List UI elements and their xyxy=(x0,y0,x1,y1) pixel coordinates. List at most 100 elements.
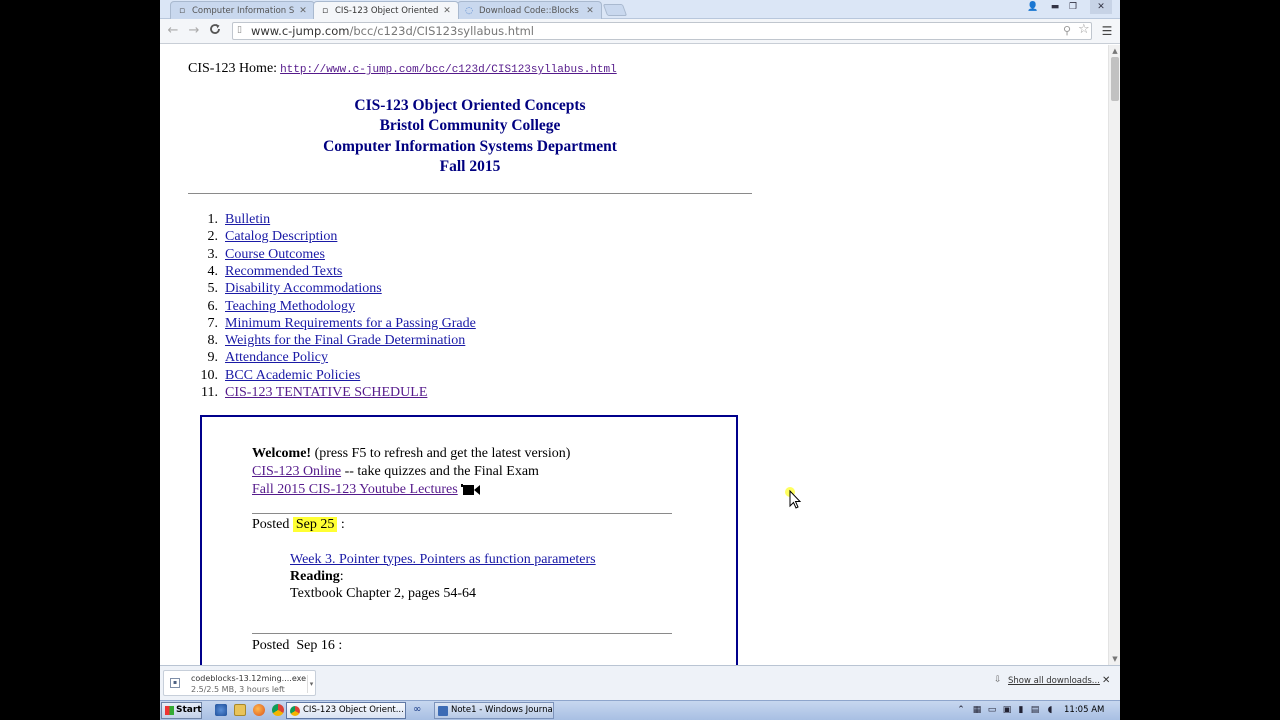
toc-link-tentative-schedule[interactable]: CIS-123 TENTATIVE SCHEDULE xyxy=(225,384,427,401)
page-icon: ▯ xyxy=(237,25,242,35)
taskbar-item-windows-journal[interactable]: Note1 - Windows Journal xyxy=(434,702,554,719)
show-all-downloads-link[interactable]: Show all downloads... xyxy=(1008,676,1100,686)
toc-link-bulletin[interactable]: Bulletin xyxy=(225,211,270,228)
posted-label: Posted xyxy=(252,638,290,653)
scroll-up-arrow-icon[interactable]: ▲ xyxy=(1109,45,1120,57)
toc-link-academic-policies[interactable]: BCC Academic Policies xyxy=(225,367,360,384)
start-button[interactable]: Start xyxy=(161,702,202,719)
toc-number: 4. xyxy=(207,263,219,279)
home-line: CIS-123 Home: http://www.c-jump.com/bcc/c… xyxy=(188,61,617,77)
vertical-scrollbar[interactable]: ▲ ▼ xyxy=(1108,45,1120,665)
screen: ▫ Computer Information Syste ✕ ▫ CIS-123… xyxy=(0,0,1280,720)
toc-number: 11. xyxy=(201,385,218,400)
tray-expand-icon[interactable]: ⌃ xyxy=(956,705,966,715)
journal-icon xyxy=(438,706,448,716)
divider xyxy=(252,633,672,634)
toc-link-attendance-policy[interactable]: Attendance Policy xyxy=(225,349,328,366)
post-topic: Week 3. Pointer types. Pointers as funct… xyxy=(290,551,596,568)
browser-toolbar: ← → ▯ www.c-jump.com/bcc/c123d/CIS123syl… xyxy=(160,19,1120,44)
week3-pointer-types-link[interactable]: Week 3. Pointer types. Pointers as funct… xyxy=(290,552,596,567)
start-label: Start xyxy=(176,705,202,715)
youtube-line: Fall 2015 CIS-123 Youtube Lectures xyxy=(252,481,481,498)
folder-icon[interactable] xyxy=(234,704,246,716)
toc-number: 1. xyxy=(207,212,219,227)
chrome-browser-window: ▫ Computer Information Syste ✕ ▫ CIS-123… xyxy=(160,0,1120,700)
toc-link-course-outcomes[interactable]: Course Outcomes xyxy=(225,246,325,263)
toc-link-recommended-texts[interactable]: Recommended Texts xyxy=(225,263,342,280)
tab-label: CIS-123 Object Oriented Co xyxy=(335,5,438,16)
video-camera-icon[interactable] xyxy=(460,483,481,497)
toc-number: 10. xyxy=(200,367,219,383)
toc-link-catalog-description[interactable]: Catalog Description xyxy=(225,228,337,245)
download-arrow-icon: ⇩ xyxy=(994,675,1002,685)
youtube-lectures-link[interactable]: Fall 2015 CIS-123 Youtube Lectures xyxy=(252,482,458,497)
chrome-menu-icon[interactable]: ☰ xyxy=(1101,24,1113,38)
tab-close-icon[interactable]: ✕ xyxy=(442,6,452,16)
department-name: Computer Information Systems Department xyxy=(323,137,617,155)
firefox-icon[interactable] xyxy=(253,704,265,716)
toc-number: 7. xyxy=(207,315,219,331)
bookmark-star-icon[interactable]: ☆ xyxy=(1078,22,1090,37)
divider xyxy=(252,513,672,514)
toc-number: 3. xyxy=(207,246,219,262)
tab-label: Computer Information Syste xyxy=(192,5,294,16)
welcome-line: Welcome! (press F5 to refresh and get th… xyxy=(252,445,570,462)
post-date: Sep 16 xyxy=(296,638,335,653)
welcome-bold: Welcome! xyxy=(252,446,312,461)
task-label: Note1 - Windows Journal xyxy=(451,705,554,715)
toc-link-grade-weights[interactable]: Weights for the Final Grade Determinatio… xyxy=(225,332,465,349)
user-icon[interactable]: 👤 xyxy=(1026,0,1040,14)
tab-cis123-syllabus[interactable]: ▫ CIS-123 Object Oriented Co ✕ xyxy=(313,1,459,19)
reload-button[interactable] xyxy=(207,23,223,39)
post-date-highlighted: Sep 25 xyxy=(292,517,338,532)
taskbar-item-chrome[interactable]: CIS-123 Object Orient... xyxy=(286,702,406,719)
loading-icon: ◌ xyxy=(465,5,473,16)
download-item[interactable]: ▪ codeblocks-13.12ming....exe 2.5/2.5 MB… xyxy=(163,670,316,696)
ie-icon[interactable] xyxy=(215,704,227,716)
download-file-name: codeblocks-13.12ming....exe xyxy=(191,674,307,683)
toc-link-minimum-requirements[interactable]: Minimum Requirements for a Passing Grade xyxy=(225,315,476,332)
tab-strip: ▫ Computer Information Syste ✕ ▫ CIS-123… xyxy=(160,0,1120,19)
clock[interactable]: 11:05 AM xyxy=(1064,705,1104,715)
tray-app-icon[interactable]: ▣ xyxy=(1002,705,1012,715)
battery-icon[interactable]: ▮ xyxy=(1016,705,1026,715)
restore-button[interactable]: ❐ xyxy=(1066,0,1080,14)
back-button[interactable]: ← xyxy=(165,23,181,39)
toc-number: 6. xyxy=(207,298,219,314)
scrollbar-thumb[interactable] xyxy=(1111,57,1119,101)
minimize-button[interactable]: ▬ xyxy=(1048,0,1062,14)
toc-link-teaching-methodology[interactable]: Teaching Methodology xyxy=(225,298,355,315)
network-icon[interactable]: ▤ xyxy=(1030,705,1040,715)
tab-close-icon[interactable]: ✕ xyxy=(585,6,595,16)
chevron-down-icon[interactable]: ▾ xyxy=(307,675,315,693)
tray-app-icon[interactable]: ▭ xyxy=(987,705,997,715)
tab-close-icon[interactable]: ✕ xyxy=(298,6,308,16)
toc-link-disability-accommodations[interactable]: Disability Accommodations xyxy=(225,280,382,297)
toc-number: 2. xyxy=(207,229,219,245)
new-tab-button[interactable] xyxy=(602,4,628,16)
close-window-button[interactable]: ✕ xyxy=(1090,0,1112,14)
colon: : xyxy=(339,569,344,584)
tab-label: Download Code::Blocks from xyxy=(479,5,581,16)
search-icon[interactable]: ⚲ xyxy=(1063,24,1071,37)
tab-download-codeblocks[interactable]: ◌ Download Code::Blocks from ✕ xyxy=(457,1,602,19)
address-bar[interactable]: ▯ www.c-jump.com/bcc/c123d/CIS123syllabu… xyxy=(232,22,1092,40)
forward-button[interactable]: → xyxy=(186,23,202,39)
home-label: CIS-123 Home: xyxy=(188,61,278,76)
chrome-icon[interactable] xyxy=(272,704,284,716)
close-shelf-icon[interactable]: ✕ xyxy=(1102,675,1110,686)
colon: : xyxy=(340,517,345,532)
volume-icon[interactable]: ◖ xyxy=(1045,705,1055,715)
home-link[interactable]: http://www.c-jump.com/bcc/c123d/CIS123sy… xyxy=(280,64,617,76)
cis123-online-link[interactable]: CIS-123 Online xyxy=(252,464,341,479)
quick-launch-icon[interactable]: ∞ xyxy=(413,704,427,716)
address-bar-url: www.c-jump.com/bcc/c123d/CIS123syllabus.… xyxy=(251,24,534,39)
divider xyxy=(188,193,752,194)
colon: : xyxy=(338,638,343,653)
reload-icon xyxy=(210,24,220,34)
post-header: Posted Sep 16 : xyxy=(252,637,342,654)
scroll-down-arrow-icon[interactable]: ▼ xyxy=(1109,653,1120,665)
tray-app-icon[interactable]: ▦ xyxy=(972,705,982,715)
online-text: -- take quizzes and the Final Exam xyxy=(341,463,539,479)
tab-computer-information-systems[interactable]: ▫ Computer Information Syste ✕ xyxy=(170,1,315,19)
